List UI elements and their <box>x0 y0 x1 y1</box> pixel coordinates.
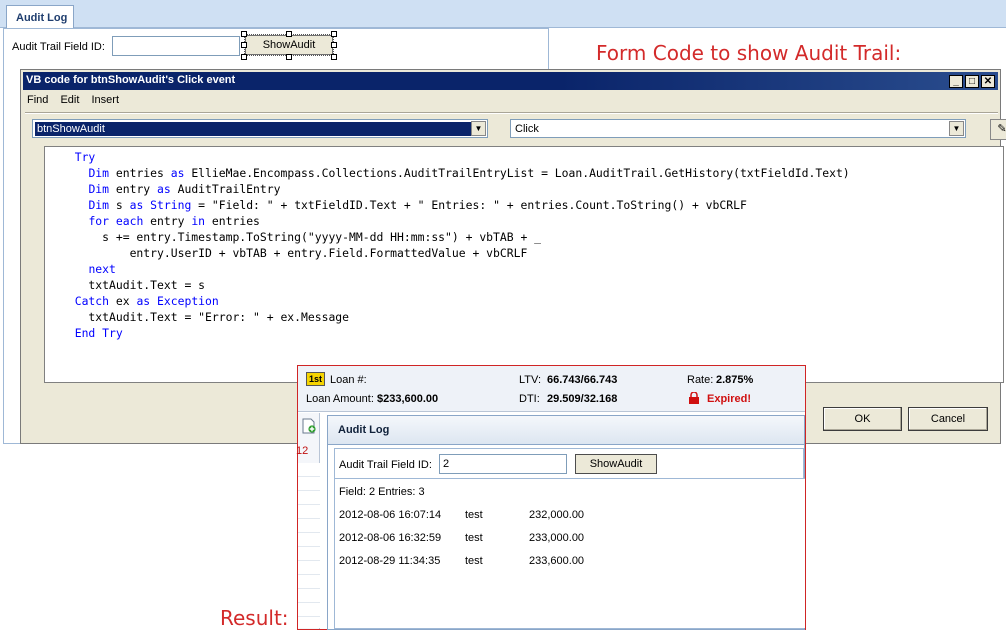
field-id-label: Audit Trail Field ID: <box>339 459 432 471</box>
code-line: for each entry in entries <box>88 214 260 228</box>
entry-user: test <box>465 532 483 544</box>
code-line: End Try <box>74 326 123 340</box>
show-audit-button[interactable]: ShowAudit <box>575 454 657 474</box>
chevron-down-icon[interactable]: ▼ <box>949 121 964 136</box>
resize-handle[interactable] <box>286 54 292 60</box>
dti-value: 29.509/32.168 <box>547 393 618 405</box>
lock-status: Expired! <box>707 393 752 405</box>
code-line: Catch ex as Exception <box>74 294 219 308</box>
designer-field-label: Audit Trail Field ID: <box>12 41 105 53</box>
audit-summary: Field: 2 Entries: 3 <box>339 486 425 498</box>
cancel-button[interactable]: Cancel <box>908 407 988 431</box>
minimize-icon[interactable]: _ <box>949 75 963 88</box>
menu-find[interactable]: Find <box>27 94 48 106</box>
maximize-icon[interactable]: □ <box>965 75 979 88</box>
lien-position-badge: 1st <box>306 372 325 386</box>
editor-gutter <box>45 147 59 382</box>
code-line: s += entry.Timestamp.ToString("yyyy-MM-d… <box>61 230 542 244</box>
result-screenshot: 1st Loan #: Loan Amount: $233,600.00 LTV… <box>296 365 806 630</box>
entry-value: 232,000.00 <box>529 509 585 521</box>
rate-label: Rate: <box>687 374 714 386</box>
code-line: Try <box>74 150 96 164</box>
menu-edit[interactable]: Edit <box>60 94 79 106</box>
resize-handle[interactable] <box>331 54 337 60</box>
selection-outline <box>244 34 334 56</box>
add-document-icon[interactable] <box>302 418 316 434</box>
loan-amount-label: Loan Amount: <box>306 393 374 405</box>
field-id-input[interactable]: 2 <box>439 454 567 474</box>
event-combo-value: Click <box>515 123 539 135</box>
designer-field-input[interactable] <box>112 36 240 56</box>
audit-log-panel: Audit Log Audit Trail Field ID: 2 ShowAu… <box>327 415 805 630</box>
audit-log-title: Audit Log <box>328 416 804 445</box>
code-text: Try Dim entries as EllieMae.Encompass.Co… <box>61 149 850 341</box>
code-line: Dim entries as EllieMae.Encompass.Collec… <box>88 166 850 180</box>
left-rail: 12 <box>296 413 320 629</box>
close-icon[interactable]: ✕ <box>981 75 995 88</box>
ok-button[interactable]: OK <box>823 407 902 431</box>
vb-window-title: VB code for btnShowAudit's Click event _… <box>23 72 998 90</box>
code-line: entry.UserID + vbTAB + entry.Field.Forma… <box>61 246 528 260</box>
audit-output[interactable]: Field: 2 Entries: 3 2012-08-06 16:07:14 … <box>335 478 805 628</box>
code-line: txtAudit.Text = "Error: " + ex.Message <box>61 310 350 324</box>
entry-user: test <box>465 555 483 567</box>
vb-window-title-text: VB code for btnShowAudit's Click event <box>26 74 236 86</box>
designer-tab-strip <box>0 0 1006 28</box>
entry-value: 233,000.00 <box>529 532 585 544</box>
loan-number-label: Loan #: <box>330 374 367 386</box>
menu-separator <box>25 112 998 114</box>
entry-value: 233,600.00 <box>529 555 585 567</box>
vb-menu-bar: Find Edit Insert <box>27 94 128 110</box>
menu-insert[interactable]: Insert <box>92 94 120 106</box>
code-line: Dim entry as AuditTrailEntry <box>88 182 281 196</box>
resize-handle[interactable] <box>331 42 337 48</box>
loan-amount-value: $233,600.00 <box>377 393 439 405</box>
entry-timestamp: 2012-08-06 16:32:59 <box>339 532 442 544</box>
loan-info-bar: 1st Loan #: Loan Amount: $233,600.00 LTV… <box>298 366 805 412</box>
audit-log-form: Audit Trail Field ID: 2 ShowAudit Field:… <box>334 448 805 629</box>
result-heading: Result: <box>220 606 289 630</box>
rate-value: 2.875% <box>716 374 754 386</box>
lock-icon <box>689 392 699 404</box>
dti-label: DTI: <box>519 393 540 405</box>
properties-icon[interactable]: ✎ <box>990 119 1006 140</box>
rail-number: 12 <box>296 445 309 457</box>
tab-audit-log[interactable]: Audit Log <box>6 5 74 29</box>
entry-timestamp: 2012-08-29 11:34:35 <box>339 555 441 567</box>
ltv-label: LTV: <box>519 374 542 386</box>
resize-handle[interactable] <box>241 31 247 37</box>
rail-list <box>298 463 320 628</box>
object-combo[interactable]: btnShowAudit ▼ <box>32 119 488 138</box>
resize-handle[interactable] <box>286 31 292 37</box>
code-line: Dim s as String = "Field: " + txtFieldID… <box>88 198 747 212</box>
code-line: next <box>88 262 116 276</box>
entry-user: test <box>465 509 483 521</box>
object-combo-value: btnShowAudit <box>35 122 471 136</box>
resize-handle[interactable] <box>241 54 247 60</box>
form-code-heading: Form Code to show Audit Trail: <box>596 41 902 65</box>
event-combo[interactable]: Click ▼ <box>510 119 966 138</box>
ltv-value: 66.743/66.743 <box>547 374 618 386</box>
entry-timestamp: 2012-08-06 16:07:14 <box>339 509 442 521</box>
resize-handle[interactable] <box>241 42 247 48</box>
chevron-down-icon[interactable]: ▼ <box>471 121 486 136</box>
code-line: txtAudit.Text = s <box>61 278 206 292</box>
code-editor[interactable]: Try Dim entries as EllieMae.Encompass.Co… <box>44 146 1004 383</box>
resize-handle[interactable] <box>331 31 337 37</box>
